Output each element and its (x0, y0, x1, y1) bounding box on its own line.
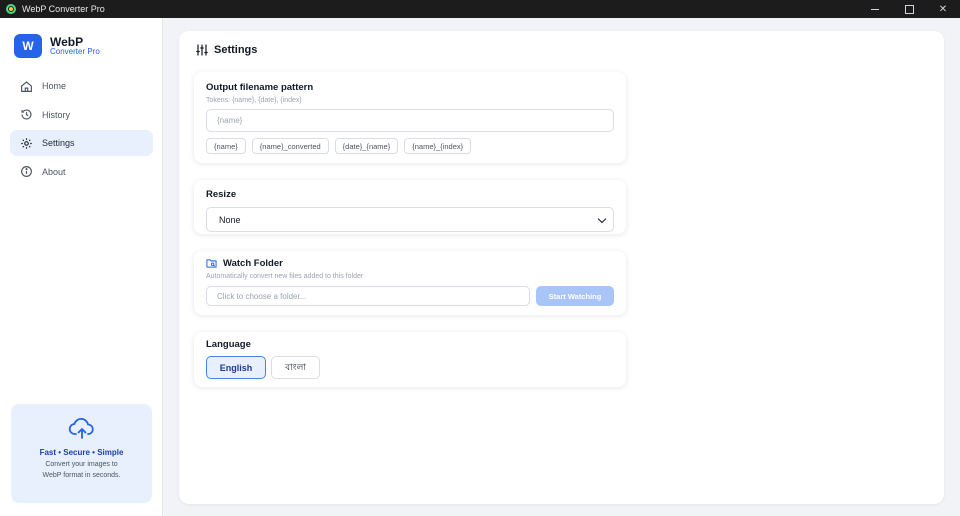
page-title: Settings (196, 44, 257, 56)
folder-path-placeholder: Click to choose a folder... (217, 291, 307, 301)
watch-folder-title-text: Watch Folder (223, 258, 283, 269)
language-english-button[interactable]: English (206, 356, 266, 379)
promo-description: Convert your images to WebP format in se… (42, 461, 121, 479)
sidebar-item-history[interactable]: History (10, 102, 153, 128)
filename-pattern-input[interactable]: {name} (206, 109, 614, 132)
page-title-text: Settings (214, 44, 258, 56)
settings-panel: Settings Output filename pattern Tokens:… (179, 31, 944, 504)
watch-folder-card: Watch Folder Automatically convert new f… (194, 251, 626, 315)
output-pattern-card: Output filename pattern Tokens: {name}, … (194, 72, 626, 163)
folder-path-input[interactable]: Click to choose a folder... (206, 286, 530, 306)
sliders-icon (196, 44, 208, 56)
sidebar-item-label: Settings (42, 138, 75, 149)
window-controls: ✕ (858, 0, 960, 18)
minimize-button[interactable] (858, 0, 892, 18)
filename-pattern-placeholder: {name} (217, 116, 243, 125)
start-watching-button[interactable]: Start Watching (536, 286, 614, 306)
close-button[interactable]: ✕ (926, 0, 960, 18)
pattern-chip[interactable]: {name}_{index} (404, 138, 472, 154)
resize-title: Resize (206, 189, 237, 200)
window-title: WebP Converter Pro (22, 4, 105, 14)
brand-logo: W (14, 34, 42, 58)
language-title: Language (206, 339, 251, 350)
language-card: Language English বাংলা (194, 332, 626, 387)
resize-card: Resize None (194, 180, 626, 234)
watch-folder-title: Watch Folder (206, 258, 614, 269)
maximize-button[interactable] (892, 0, 926, 18)
home-icon (21, 80, 32, 92)
sidebar-item-label: About (42, 166, 66, 177)
pattern-chip[interactable]: {date}_{name} (334, 138, 399, 154)
resize-select[interactable]: None (206, 207, 614, 232)
sidebar-item-home[interactable]: Home (10, 73, 153, 99)
brand-subtitle: Converter Pro (50, 47, 100, 57)
tokens-hint: Tokens: {name}, {date}, {index} (206, 97, 302, 104)
sidebar-item-label: Home (42, 81, 67, 91)
cloud-upload-icon (68, 418, 94, 439)
output-pattern-title: Output filename pattern (206, 82, 314, 93)
promo-card: Fast • Secure • Simple Convert your imag… (11, 404, 152, 503)
resize-selected-value: None (219, 214, 241, 225)
pattern-chip[interactable]: {name} (206, 138, 246, 154)
promo-title: Fast • Secure • Simple (39, 448, 124, 457)
folder-icon (206, 259, 217, 268)
watch-folder-description: Automatically convert new files added to… (206, 273, 364, 280)
language-options: English বাংলা (206, 356, 614, 379)
sidebar-item-label: History (42, 109, 71, 120)
info-icon (21, 166, 32, 178)
sidebar-item-about[interactable]: About (10, 159, 153, 185)
brand: W WebP Converter Pro (14, 34, 100, 58)
sidebar-item-settings[interactable]: Settings (10, 130, 153, 157)
title-bar: WebP Converter Pro ✕ (0, 0, 960, 18)
sidebar-nav: Home History Settings About (10, 73, 153, 187)
chevron-down-icon (597, 214, 607, 224)
token-chips: {name} {name}_converted {date}_{name} {n… (206, 138, 614, 154)
pattern-chip[interactable]: {name}_converted (251, 138, 329, 154)
gear-icon (21, 137, 32, 149)
app-icon (6, 4, 16, 14)
sidebar: W WebP Converter Pro Home History Settin… (0, 18, 163, 516)
history-icon (21, 109, 32, 120)
language-bangla-button[interactable]: বাংলা (271, 356, 320, 379)
